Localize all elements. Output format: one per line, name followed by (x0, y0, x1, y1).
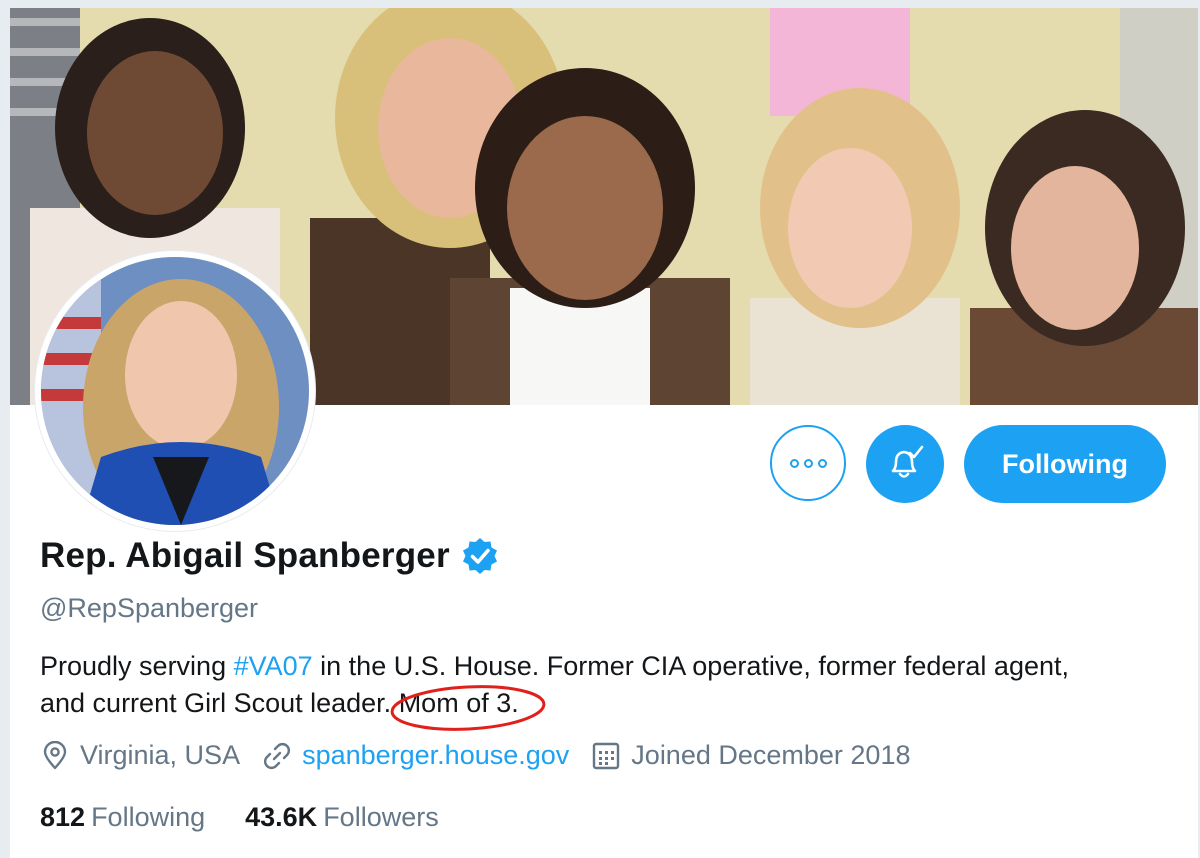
followers-stat-link[interactable]: 43.6K Followers (245, 802, 439, 833)
bio-line-2: and current Girl Scout leader. Mom of 3. (40, 685, 1180, 731)
bio-prefix: Proudly serving (40, 651, 234, 681)
profile-name: Rep. Abigail Spanberger (40, 536, 450, 575)
following-label: Following (91, 802, 206, 832)
profile-name-row: Rep. Abigail Spanberger (40, 536, 500, 576)
profile-handle: @RepSpanberger (40, 593, 259, 623)
bio-line-1: Proudly serving #VA07 in the U.S. House.… (40, 648, 1180, 685)
following-button[interactable]: Following (964, 425, 1166, 503)
profile-joined: Joined December 2018 (591, 740, 910, 771)
more-options-button[interactable] (770, 425, 846, 501)
bio-line1-rest: in the U.S. House. Former CIA operative,… (312, 651, 1069, 681)
following-stat-link[interactable]: 812 Following (40, 802, 205, 833)
location-pin-icon (43, 740, 67, 769)
website-link[interactable]: spanberger.house.gov (302, 740, 569, 771)
notifications-button[interactable] (866, 425, 944, 503)
profile-avatar[interactable] (35, 251, 315, 531)
followers-count: 43.6K (245, 802, 318, 832)
profile-card: Following Rep. Abigail Spanberger @RepSp… (10, 8, 1198, 858)
location-text: Virginia, USA (80, 740, 241, 770)
bio-highlight: Mom of 3. (390, 685, 546, 731)
calendar-icon (593, 742, 620, 769)
verified-badge-icon (462, 538, 497, 574)
joined-text: Joined December 2018 (631, 740, 911, 770)
link-icon (264, 742, 291, 769)
profile-website: spanberger.house.gov (262, 740, 569, 771)
followers-label: Followers (323, 802, 439, 832)
following-count: 812 (40, 802, 86, 832)
profile-meta: Virginia, USA spanberger.house.gov Joine… (40, 740, 932, 771)
more-options-icon (789, 458, 827, 468)
bio-hashtag-link[interactable]: #VA07 (234, 651, 313, 681)
notification-bell-icon (891, 445, 924, 478)
bio-line2-start: and current Girl Scout leader. (40, 688, 399, 718)
avatar-photo (41, 257, 309, 525)
profile-stats: 812 Following 43.6K Followers (40, 802, 479, 833)
profile-location: Virginia, USA (40, 740, 240, 771)
bio-highlight-text: Mom of 3. (398, 688, 519, 718)
profile-bio: Proudly serving #VA07 in the U.S. House.… (40, 648, 1180, 731)
